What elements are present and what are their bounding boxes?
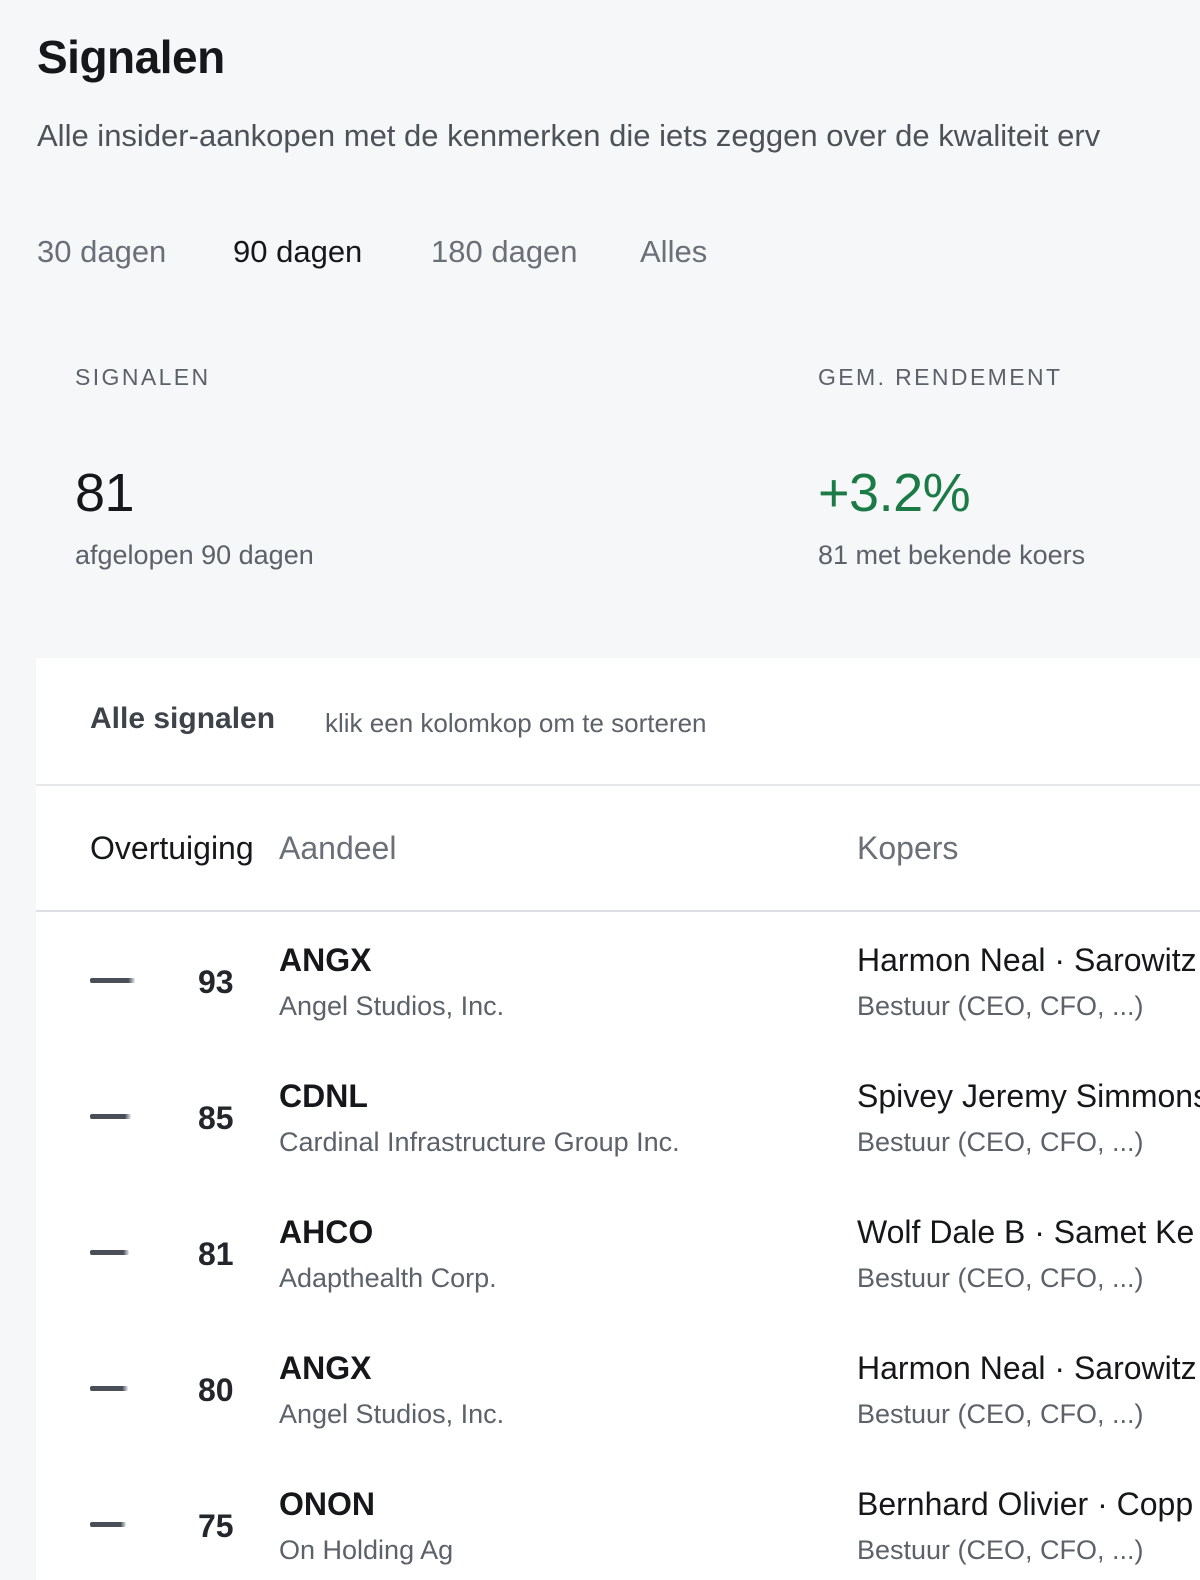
tab-90-days[interactable]: 90 dagen <box>233 234 362 270</box>
buyer-names: Harmon Neal · Sarowitz <box>857 942 1197 978</box>
buyer-role: Bestuur (CEO, CFO, ...) <box>857 1399 1144 1429</box>
sort-hint: klik een kolomkop om te sorteren <box>325 708 707 738</box>
stat-return-note: 81 met bekende koers <box>818 540 1086 570</box>
conviction-bar <box>90 978 135 983</box>
buyer-names: Harmon Neal · Sarowitz <box>857 1350 1197 1386</box>
company-name: Angel Studios, Inc. <box>279 1399 505 1429</box>
conviction-bar <box>90 1522 126 1527</box>
stock-ticker: ANGX <box>279 1350 372 1386</box>
company-name: On Holding Ag <box>279 1535 454 1565</box>
conviction-score: 80 <box>198 1372 234 1408</box>
stat-signals-value: 81 <box>75 463 135 523</box>
tab-30-days[interactable]: 30 dagen <box>37 234 166 270</box>
stat-average-return: GEM. RENDEMENT +3.2% 81 met bekende koer… <box>818 364 1085 570</box>
buyer-role: Bestuur (CEO, CFO, ...) <box>857 1127 1144 1157</box>
tab-all[interactable]: Alles <box>640 234 707 270</box>
conviction-score: 75 <box>198 1508 234 1544</box>
table-header: Overtuiging Aandeel Kopers <box>36 788 1200 912</box>
table-row[interactable]: 93 ANGX Angel Studios, Inc. Harmon Neal · S… <box>36 914 1200 1050</box>
table-row[interactable]: 75 ONON On Holding Ag Bernhard Olivier · Co… <box>36 1458 1200 1580</box>
table-row[interactable]: 85 CDNL Cardinal Infrastructure Group Inc.… <box>36 1050 1200 1186</box>
conviction-score: 93 <box>198 964 234 1000</box>
buyer-role: Bestuur (CEO, CFO, ...) <box>857 1535 1144 1565</box>
stock-ticker: CDNL <box>279 1078 368 1114</box>
stat-signals: SIGNALEN 81 afgelopen 90 dagen <box>75 364 314 570</box>
stat-signals-label: SIGNALEN <box>75 364 211 390</box>
conviction-score: 85 <box>198 1100 234 1136</box>
table-row[interactable]: 80 ANGX Angel Studios, Inc. Harmon Neal · S… <box>36 1322 1200 1458</box>
conviction-bar <box>90 1386 128 1391</box>
company-name: Cardinal Infrastructure Group Inc. <box>279 1127 680 1157</box>
signals-page: Signalen Alle insider-aankopen met de ke… <box>0 0 1200 1580</box>
stock-ticker: ANGX <box>279 942 372 978</box>
column-header-stock[interactable]: Aandeel <box>279 830 396 867</box>
stat-return-value: +3.2% <box>818 463 971 523</box>
company-name: Adapthealth Corp. <box>279 1263 497 1293</box>
stock-ticker: AHCO <box>279 1214 374 1250</box>
page-title: Signalen <box>37 31 225 83</box>
conviction-score: 81 <box>198 1236 234 1272</box>
page-subtitle: Alle insider-aankopen met de kenmerken d… <box>37 118 1101 153</box>
conviction-bar <box>90 1114 131 1119</box>
buyer-names: Wolf Dale B · Samet Ke <box>857 1214 1195 1250</box>
buyer-names: Spivey Jeremy Simmons <box>857 1078 1200 1114</box>
tab-180-days[interactable]: 180 dagen <box>431 234 578 270</box>
stock-ticker: ONON <box>279 1486 375 1522</box>
column-header-conviction[interactable]: Overtuiging <box>90 830 254 867</box>
column-header-buyers[interactable]: Kopers <box>857 830 958 867</box>
signals-list: 93 ANGX Angel Studios, Inc. Harmon Neal · S… <box>36 914 1200 1580</box>
stat-return-label: GEM. RENDEMENT <box>818 364 1063 390</box>
panel-title: Alle signalen <box>90 702 276 735</box>
table-row[interactable]: 81 AHCO Adapthealth Corp. Wolf Dale B · Sam… <box>36 1186 1200 1322</box>
conviction-bar <box>90 1250 129 1255</box>
stat-signals-note: afgelopen 90 dagen <box>75 540 314 570</box>
buyer-role: Bestuur (CEO, CFO, ...) <box>857 1263 1144 1293</box>
buyer-role: Bestuur (CEO, CFO, ...) <box>857 991 1144 1021</box>
signals-table-panel: Alle signalen klik een kolomkop om te so… <box>36 658 1200 1580</box>
buyer-names: Bernhard Olivier · Copp <box>857 1486 1194 1522</box>
panel-header: Alle signalen klik een kolomkop om te so… <box>36 658 1200 786</box>
company-name: Angel Studios, Inc. <box>279 991 505 1021</box>
